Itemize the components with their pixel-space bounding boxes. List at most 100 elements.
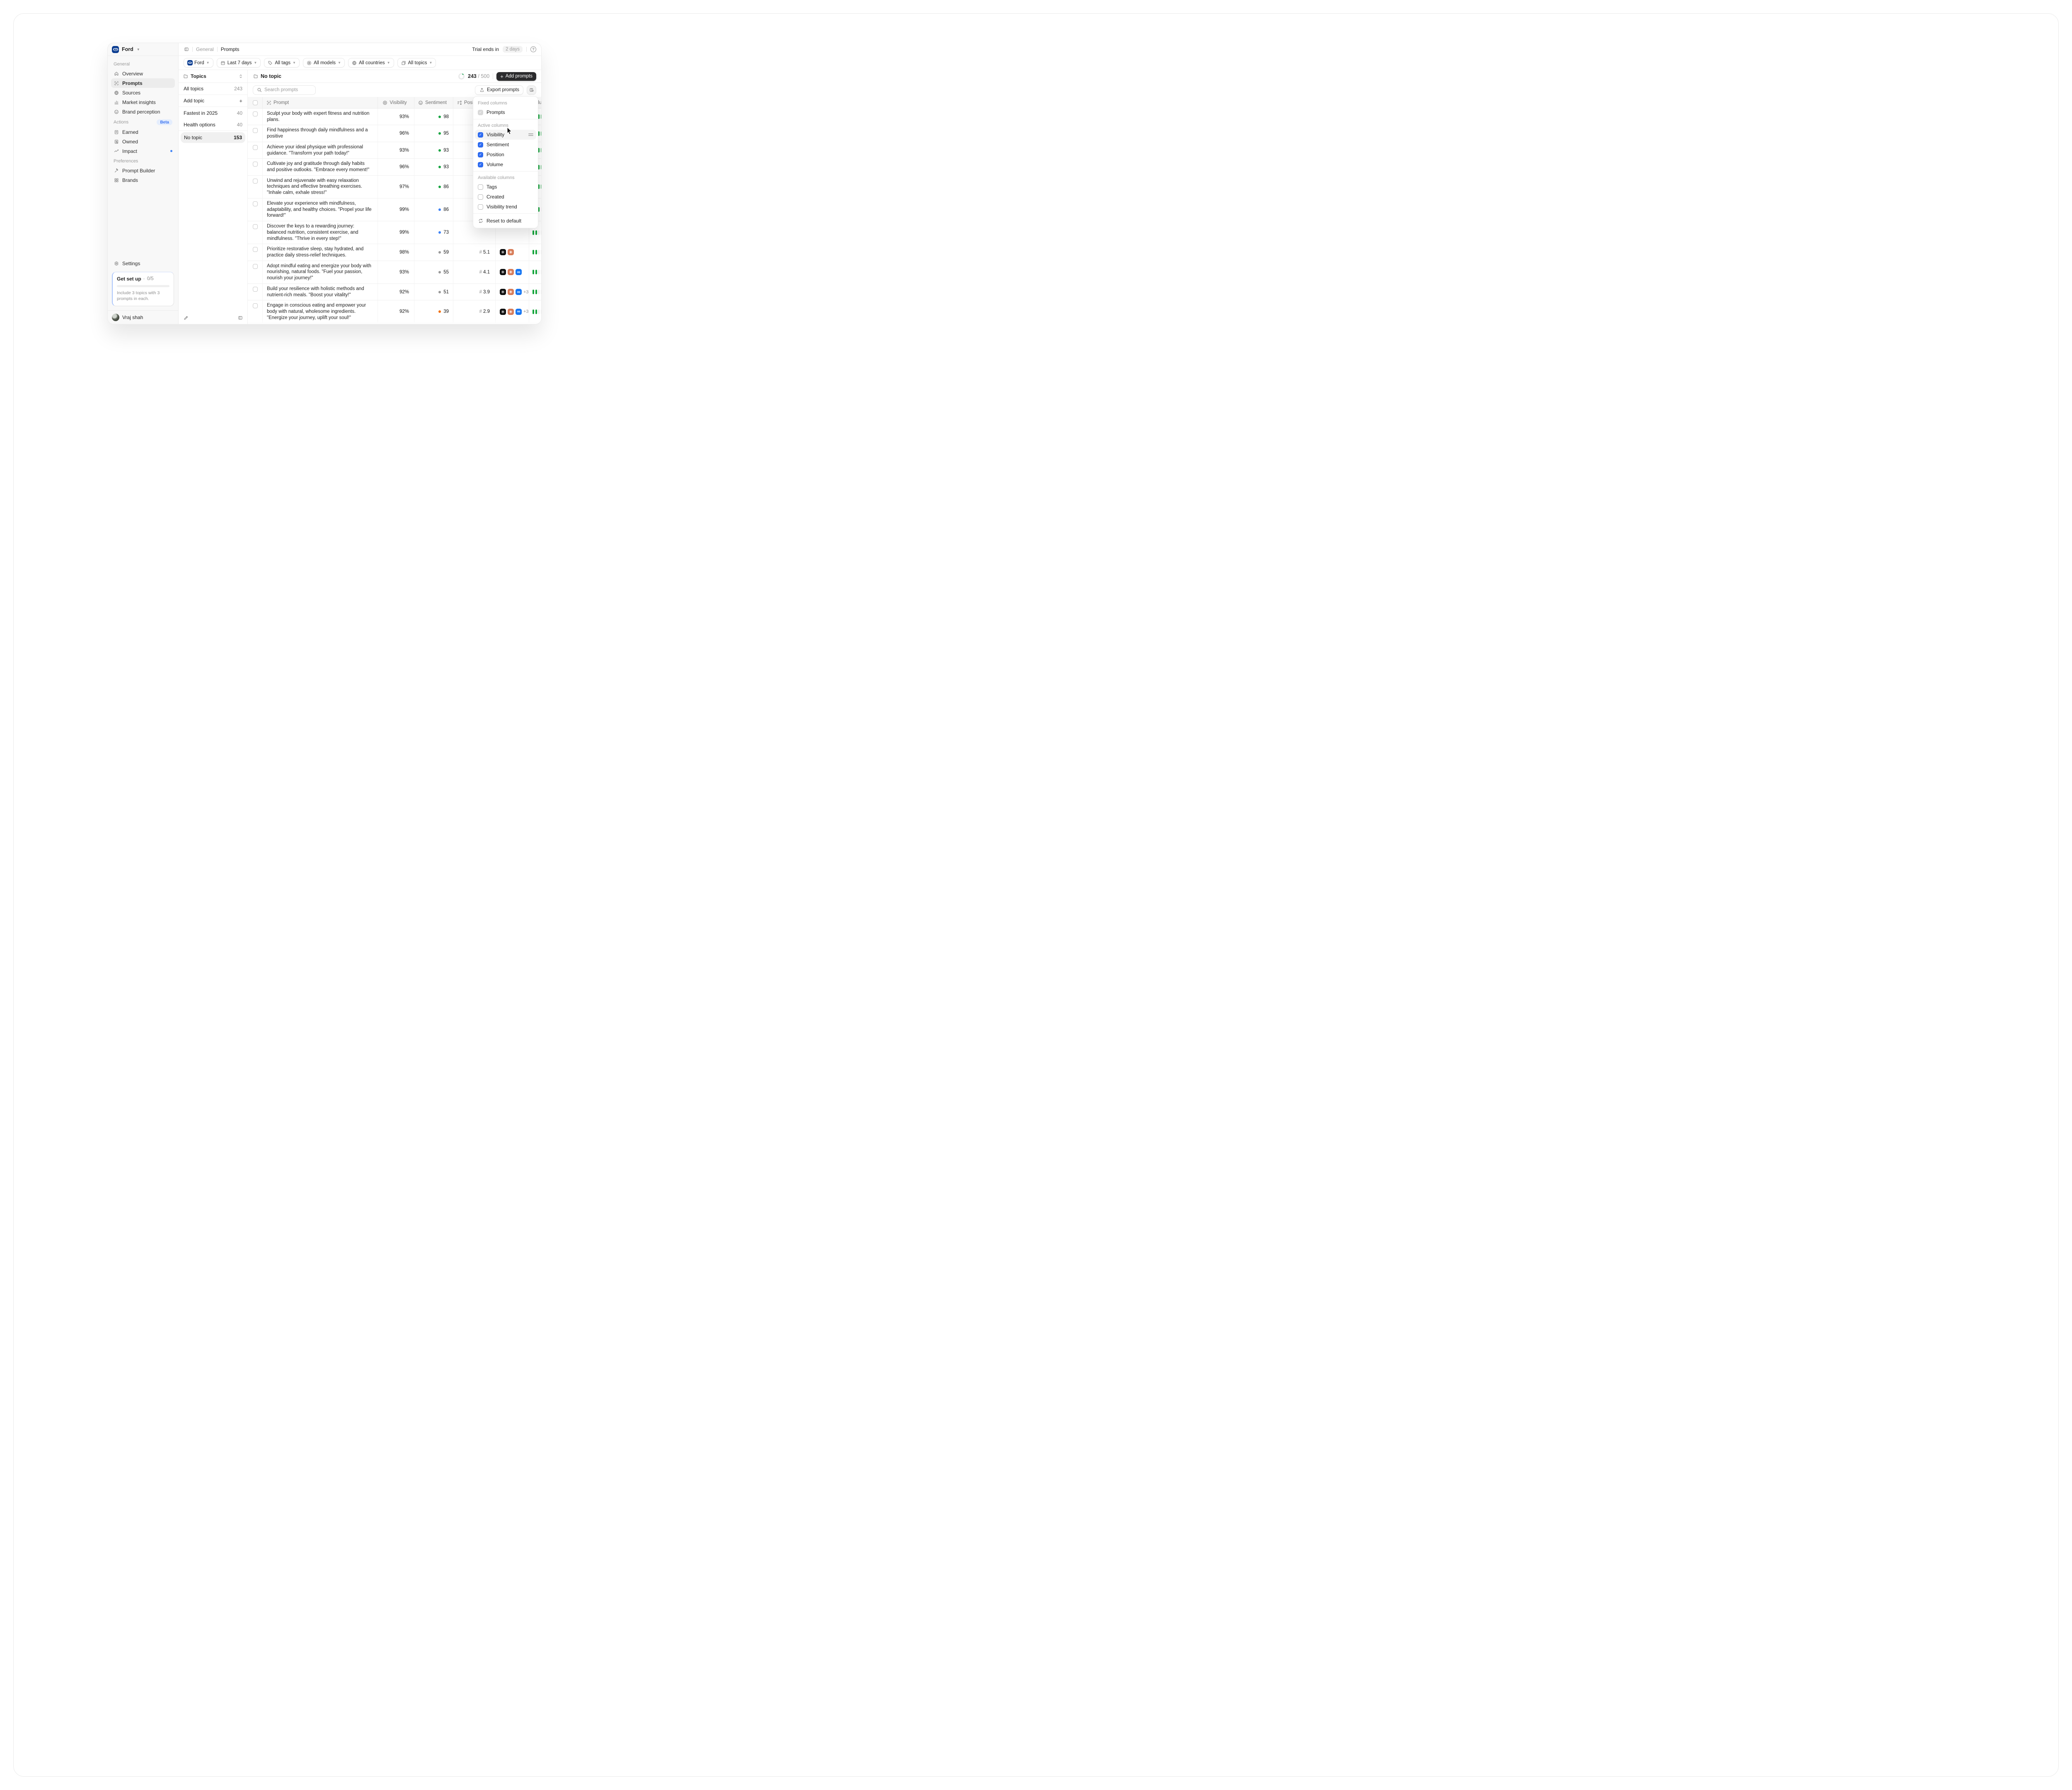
sentiment-dot bbox=[438, 208, 441, 211]
row-checkbox[interactable] bbox=[253, 111, 258, 116]
topic-item[interactable]: Fastest in 2025 40 + bbox=[179, 107, 247, 119]
filter-chip[interactable]: All tags ▼ bbox=[264, 58, 300, 68]
sidebar-item[interactable]: Earned bbox=[111, 127, 175, 137]
column-header-visibility[interactable]: Visibility bbox=[378, 97, 414, 108]
edit-topics-icon[interactable] bbox=[183, 315, 189, 321]
checkbox[interactable] bbox=[478, 204, 483, 210]
user-menu[interactable]: Vraj shah bbox=[108, 310, 178, 324]
checkbox[interactable]: ✓ bbox=[478, 132, 483, 138]
filter-icon: Ford bbox=[187, 60, 192, 65]
menu-item[interactable]: ✓ Visibility bbox=[475, 130, 536, 140]
row-checkbox[interactable] bbox=[253, 287, 258, 292]
menu-item[interactable]: Visibility trend bbox=[473, 202, 538, 212]
menu-item[interactable]: ✓ Position bbox=[473, 150, 538, 160]
menu-item[interactable]: ✓ Sentiment bbox=[473, 140, 538, 150]
column-header-sentiment[interactable]: Sentiment bbox=[414, 97, 453, 108]
table-row[interactable]: Prioritize restorative sleep, stay hydra… bbox=[248, 244, 541, 261]
breadcrumb-page: Prompts bbox=[221, 46, 240, 52]
menu-item[interactable]: ✓ Volume bbox=[473, 160, 538, 169]
row-checkbox[interactable] bbox=[253, 264, 258, 269]
help-icon[interactable]: ? bbox=[530, 46, 536, 52]
position-cell: # 5.1 bbox=[453, 244, 496, 260]
avatar bbox=[112, 314, 119, 321]
filter-label: All topics bbox=[408, 60, 427, 65]
export-prompts-button[interactable]: Export prompts bbox=[475, 85, 523, 95]
sidebar-item[interactable]: Overview bbox=[111, 69, 175, 78]
filter-icon bbox=[307, 60, 312, 65]
add-prompts-button[interactable]: + Add prompts bbox=[496, 72, 536, 81]
filter-chip[interactable]: All countries ▼ bbox=[348, 58, 394, 68]
search-prompts-input[interactable] bbox=[253, 85, 316, 95]
row-checkbox[interactable] bbox=[253, 179, 258, 184]
volume-bar bbox=[541, 184, 542, 189]
checkbox[interactable] bbox=[478, 194, 483, 200]
sentiment-cell: 95 bbox=[414, 125, 453, 141]
checkbox[interactable] bbox=[478, 184, 483, 190]
export-icon bbox=[479, 87, 484, 93]
menu-item-label: Visibility bbox=[487, 132, 504, 138]
trial-label: Trial ends in bbox=[472, 46, 499, 52]
row-checkbox[interactable] bbox=[253, 201, 258, 206]
table-row[interactable]: Engage in conscious eating and empower y… bbox=[248, 300, 541, 323]
topic-label: No topic bbox=[184, 135, 202, 140]
anthropic-model-icon bbox=[508, 269, 514, 275]
row-checkbox[interactable] bbox=[253, 247, 258, 252]
models-cell: ∞ bbox=[496, 323, 529, 324]
row-checkbox[interactable] bbox=[253, 145, 258, 150]
filter-chip[interactable]: All models ▼ bbox=[303, 58, 345, 68]
checkbox[interactable]: ✓ bbox=[478, 110, 483, 115]
sidebar-toggle-icon[interactable] bbox=[184, 47, 189, 52]
checkbox[interactable]: ✓ bbox=[478, 152, 483, 157]
sentiment-cell: 59 bbox=[414, 244, 453, 260]
sidebar-item[interactable]: Prompts bbox=[111, 78, 175, 88]
sidebar-item[interactable]: Brand perception bbox=[111, 107, 175, 116]
sidebar-item-icon bbox=[114, 90, 119, 95]
sidebar-item[interactable]: Sources bbox=[111, 88, 175, 97]
sidebar-item-settings[interactable]: Settings bbox=[111, 259, 175, 268]
menu-item[interactable]: ✓ Prompts bbox=[473, 107, 538, 117]
breadcrumb-section[interactable]: General bbox=[196, 46, 214, 52]
collapse-panel-icon[interactable] bbox=[237, 315, 243, 321]
sidebar-item[interactable]: Brands bbox=[111, 175, 175, 185]
table-row[interactable]: Adopt mindful eating and energize your b… bbox=[248, 261, 541, 284]
menu-item[interactable]: Tags bbox=[473, 182, 538, 192]
workspace-switcher[interactable]: Ford Ford ▼ bbox=[108, 43, 178, 56]
sidebar-item[interactable]: Prompt Builder bbox=[111, 166, 175, 175]
checkbox[interactable]: ✓ bbox=[478, 142, 483, 148]
column-header-prompt[interactable]: Prompt bbox=[263, 97, 378, 108]
topic-item[interactable]: Add topic + bbox=[179, 95, 247, 107]
topic-item[interactable]: No topic 153 + bbox=[181, 132, 245, 143]
row-checkbox[interactable] bbox=[253, 162, 258, 167]
get-set-up-card[interactable]: Get set up · 0/5 Include 3 topics with 3… bbox=[112, 272, 174, 306]
sidebar: Ford Ford ▼ General Overview bbox=[108, 43, 179, 324]
select-all-checkbox[interactable] bbox=[253, 100, 258, 105]
topic-item[interactable]: All topics 243 + bbox=[179, 83, 247, 95]
menu-item-label: Tags bbox=[487, 184, 497, 190]
sort-icon[interactable] bbox=[238, 74, 243, 79]
sidebar-item[interactable]: Impact bbox=[111, 146, 175, 156]
row-checkbox[interactable] bbox=[253, 224, 258, 229]
filter-chip[interactable]: Last 7 days ▼ bbox=[217, 58, 261, 68]
sentiment-cell: 35 bbox=[414, 323, 453, 324]
topic-item[interactable]: Health options 40 + bbox=[179, 119, 247, 131]
row-checkbox[interactable] bbox=[253, 128, 258, 133]
checkbox[interactable]: ✓ bbox=[478, 162, 483, 167]
sentiment-dot bbox=[438, 291, 441, 293]
meta-model-icon: ∞ bbox=[516, 289, 522, 295]
chevron-down-icon: ▼ bbox=[206, 61, 210, 65]
reset-to-default-button[interactable]: Reset to default bbox=[473, 215, 538, 226]
sidebar-item[interactable]: Owned bbox=[111, 137, 175, 146]
row-checkbox[interactable] bbox=[253, 303, 258, 308]
manage-columns-button[interactable] bbox=[527, 85, 536, 95]
filter-chip[interactable]: All topics ▼ bbox=[397, 58, 436, 68]
filter-chip[interactable]: Ford Ford ▼ bbox=[184, 58, 213, 68]
sidebar-item[interactable]: Market insights bbox=[111, 97, 175, 107]
menu-item[interactable]: Created bbox=[473, 192, 538, 202]
table-row[interactable]: Build your resilience with holistic meth… bbox=[248, 284, 541, 300]
beta-badge: Beta bbox=[157, 119, 172, 125]
table-row[interactable]: Boost your wellness with personalized fi… bbox=[248, 323, 541, 324]
sentiment-value: 95 bbox=[443, 131, 449, 136]
ford-logo-icon: Ford bbox=[112, 46, 119, 53]
drag-handle-icon[interactable] bbox=[528, 133, 533, 135]
chevron-down-icon: ▼ bbox=[429, 61, 433, 65]
